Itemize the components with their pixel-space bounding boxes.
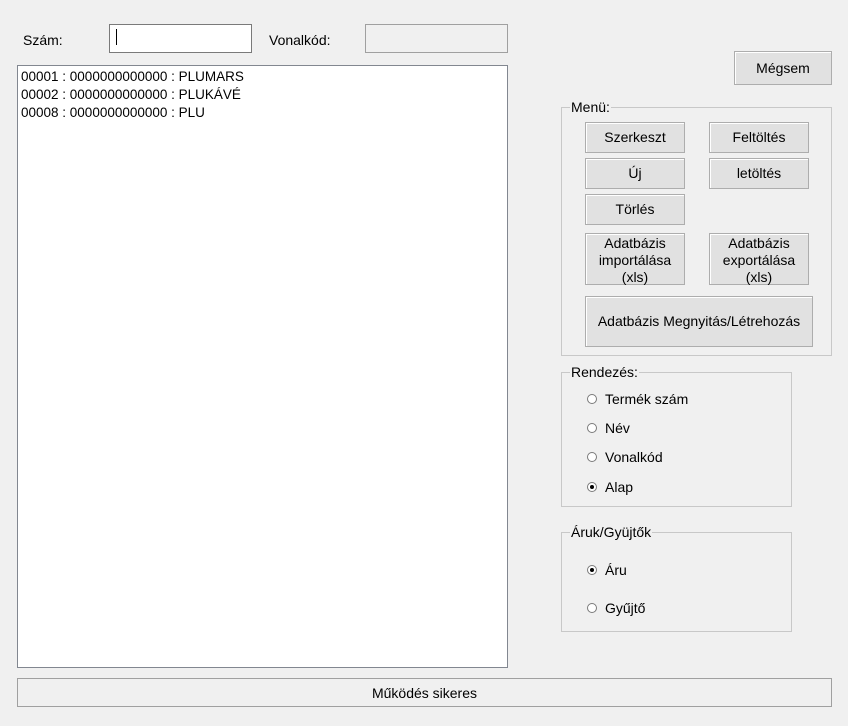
type-title: Áruk/Gyüjtők xyxy=(570,524,653,540)
import-xls-button[interactable]: Adatbázis importálása (xls) xyxy=(585,233,685,285)
status-bar: Működés sikeres xyxy=(17,678,832,707)
cancel-button[interactable]: Mégsem xyxy=(734,51,832,85)
vonalkod-label: Vonalkód: xyxy=(269,32,331,48)
sort-option-name[interactable]: Név xyxy=(587,420,630,436)
type-group: Áruk/Gyüjtők xyxy=(561,524,792,632)
sort-option-barcode[interactable]: Vonalkód xyxy=(587,449,663,465)
menu-title: Menü: xyxy=(570,99,611,115)
sort-option-label: Termék szám xyxy=(605,391,689,407)
export-xls-button[interactable]: Adatbázis exportálása (xls) xyxy=(709,233,809,285)
type-option-label: Áru xyxy=(605,562,627,578)
sort-option-product-number[interactable]: Termék szám xyxy=(587,391,688,407)
export-xls-label: Adatbázis exportálása (xls) xyxy=(722,235,796,285)
product-list[interactable]: 00001 : 0000000000000 : PLUMARS 00002 : … xyxy=(17,65,508,668)
text-caret xyxy=(116,29,117,45)
radio-checked-icon xyxy=(587,565,597,575)
list-item[interactable]: 00008 : 0000000000000 : PLU xyxy=(21,104,504,122)
import-xls-label: Adatbázis importálása (xls) xyxy=(598,235,672,285)
type-option-label: Gyűjtő xyxy=(605,600,646,616)
radio-icon xyxy=(587,603,597,613)
szam-label: Szám: xyxy=(23,32,63,48)
sort-option-label: Név xyxy=(605,420,630,436)
sort-option-label: Alap xyxy=(605,479,634,495)
radio-icon xyxy=(587,423,597,433)
delete-button[interactable]: Törlés xyxy=(585,194,685,225)
vonalkod-input[interactable] xyxy=(365,24,508,53)
type-option-product[interactable]: Áru xyxy=(587,562,627,578)
radio-icon xyxy=(587,452,597,462)
list-item[interactable]: 00001 : 0000000000000 : PLUMARS xyxy=(21,68,504,86)
sort-option-label: Vonalkód xyxy=(605,449,663,465)
sort-option-default[interactable]: Alap xyxy=(587,479,633,495)
radio-icon xyxy=(587,394,597,404)
radio-checked-icon xyxy=(587,482,597,492)
new-button[interactable]: Új xyxy=(585,158,685,189)
open-create-database-button[interactable]: Adatbázis Megnyitás/Létrehozás xyxy=(585,296,813,347)
type-option-collector[interactable]: Gyűjtő xyxy=(587,600,645,616)
list-item[interactable]: 00002 : 0000000000000 : PLUKÁVÉ xyxy=(21,86,504,104)
edit-button[interactable]: Szerkeszt xyxy=(585,122,685,153)
sort-title: Rendezés: xyxy=(570,364,639,380)
download-button[interactable]: letöltés xyxy=(709,158,809,189)
szam-input[interactable] xyxy=(109,24,252,53)
upload-button[interactable]: Feltöltés xyxy=(709,122,809,153)
